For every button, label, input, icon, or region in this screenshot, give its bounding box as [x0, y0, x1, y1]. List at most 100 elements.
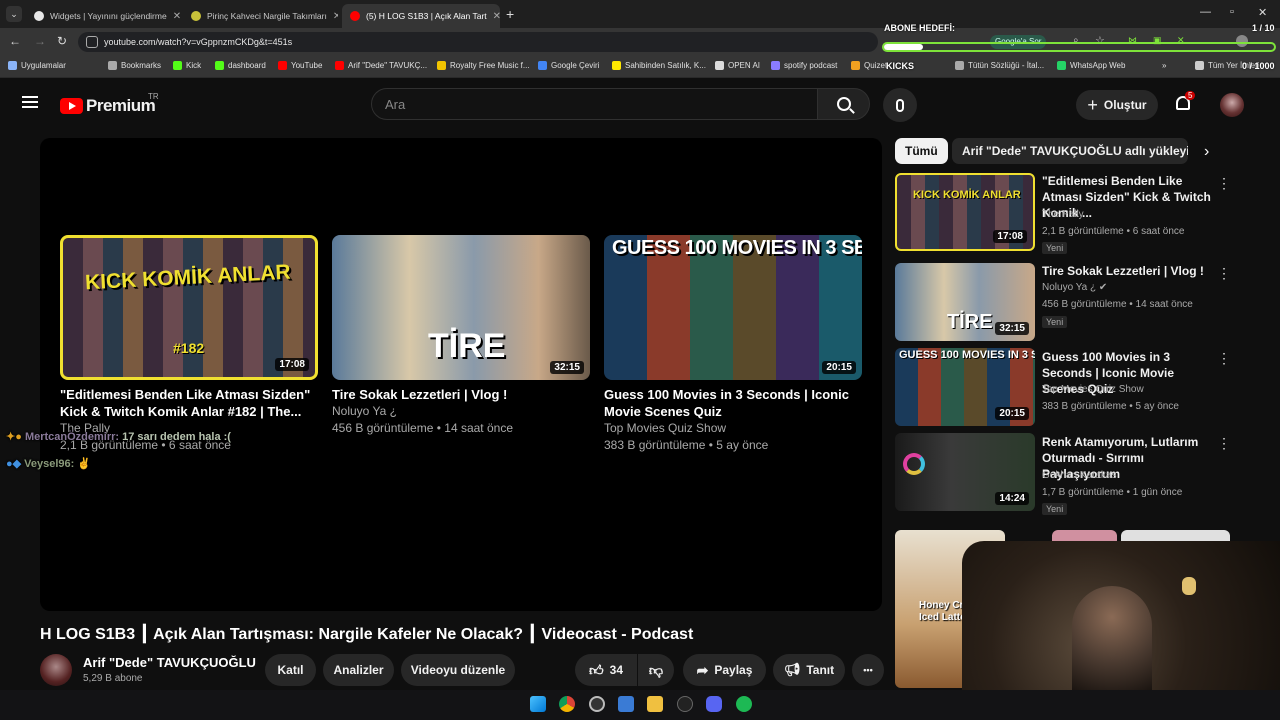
endscreen-card[interactable]: GUESS 100 MOVIES IN 3 SEC 20:15 Guess 10…	[604, 235, 862, 454]
chat-user: Veysel96:	[24, 458, 75, 470]
edit-video-button[interactable]: Videoyu düzenle	[401, 654, 515, 686]
promote-label: Tanıt	[806, 663, 835, 677]
close-icon[interactable]: ✕	[167, 11, 181, 22]
endscreen-card[interactable]: KICK KOMİK ANLAR #182 17:08 "Editlemesi …	[60, 235, 318, 454]
channel-name[interactable]: Arif "Dede" TAVUKÇUOĞLU	[83, 655, 256, 670]
back-icon[interactable]: ←	[9, 34, 21, 48]
tab-nargile[interactable]: Pirinç Kahveci Nargile Takımları ✕	[183, 4, 338, 28]
bookmark-item[interactable]: Bookmarks	[108, 61, 161, 70]
voice-search-button[interactable]	[883, 88, 917, 122]
restore-icon[interactable]: ▫	[1230, 6, 1234, 18]
tab-widgets[interactable]: Widgets | Yayınını güçlendirme ✕	[26, 4, 181, 28]
endscreen-thumbnail[interactable]: KICK KOMİK ANLAR #182 17:08	[60, 235, 318, 380]
bookmark-item[interactable]: OPEN AI	[715, 61, 760, 70]
sidebar-video-item[interactable]: KICK KOMİK ANLAR 17:08 "Editlemesi Benden…	[895, 173, 1235, 255]
chips-next-icon[interactable]: ›	[1204, 143, 1209, 161]
discord-icon[interactable]	[706, 696, 722, 712]
apps-icon	[8, 61, 17, 70]
join-button[interactable]: Katıl	[265, 654, 316, 686]
close-icon[interactable]: ✕	[327, 11, 338, 22]
new-badge: Yeni	[1042, 242, 1068, 254]
bookmark-item[interactable]: Tütün Sözlüğü - İtal...	[955, 61, 1044, 70]
dislike-button[interactable]: 👎︎	[638, 654, 674, 686]
bookmark-item[interactable]: Arif "Dede" TAVUKÇ...	[335, 61, 427, 70]
endscreen-thumbnail[interactable]: TİRE 32:15	[332, 235, 590, 380]
account-avatar[interactable]	[1220, 93, 1244, 117]
more-options-icon[interactable]: ⋮	[1217, 175, 1231, 192]
endscreen-channel[interactable]: Top Movies Quiz Show	[604, 420, 862, 437]
sidebar-video-item[interactable]: GUESS 100 MOVIES IN 3 SEC20:15 Guess 100…	[895, 348, 1235, 430]
bookmark-item[interactable]: Sahibinden Satılık, K...	[612, 61, 706, 70]
sidebar-video-item[interactable]: TİRE 32:15 Tire Sokak Lezzetleri | Vlog !…	[895, 263, 1235, 345]
promote-button[interactable]: 📢︎ Tanıt	[773, 654, 845, 686]
endscreen-title[interactable]: "Editlemesi Benden Like Atması Sizden" K…	[60, 386, 318, 420]
window-close-icon[interactable]: ✕	[1258, 6, 1267, 19]
create-button[interactable]: + Oluştur	[1076, 90, 1158, 120]
bookmark-item[interactable]: Kick	[173, 61, 201, 70]
youtube-icon	[335, 61, 344, 70]
chip-all[interactable]: Tümü	[895, 138, 948, 164]
youtube-logo[interactable]: Premium	[60, 96, 156, 116]
chrome-icon[interactable]	[559, 696, 575, 712]
sidebar-channel[interactable]: Top Movies Quiz Show	[1042, 384, 1144, 395]
share-button[interactable]: ➦ Paylaş	[683, 654, 766, 686]
windows-start-icon[interactable]	[530, 696, 546, 712]
sidebar-thumbnail[interactable]: GUESS 100 MOVIES IN 3 SEC 20:15	[895, 348, 1035, 426]
thumbnail-text: TİRE	[428, 327, 506, 365]
reload-icon[interactable]: ↻	[57, 34, 67, 48]
more-options-icon[interactable]: ⋮	[1217, 350, 1231, 367]
more-options-icon[interactable]: ⋮	[1217, 265, 1231, 282]
forward-icon[interactable]: →	[34, 34, 46, 48]
store-icon[interactable]	[618, 696, 634, 712]
endscreen-thumbnail[interactable]: GUESS 100 MOVIES IN 3 SEC 20:15	[604, 235, 862, 380]
translate-icon	[538, 61, 547, 70]
channel-avatar[interactable]	[40, 654, 72, 686]
tab-youtube[interactable]: (5) H LOG S1B3 | Açık Alan Tart ✕	[342, 4, 500, 28]
endscreen-title[interactable]: Guess 100 Movies in 3 Seconds | Iconic M…	[604, 386, 862, 420]
duration-badge: 32:15	[550, 361, 584, 374]
bookmark-item[interactable]: Quizet	[851, 61, 887, 70]
site-info-icon[interactable]	[86, 36, 98, 48]
sidebar-channel[interactable]: The Pally	[1042, 209, 1084, 220]
bookmark-item[interactable]: spotify podcast	[771, 61, 837, 70]
sidebar-thumbnail[interactable]: KICK KOMİK ANLAR 17:08	[895, 173, 1035, 251]
app-icon[interactable]	[677, 696, 693, 712]
bookmark-item[interactable]: YouTube	[278, 61, 322, 70]
bookmark-item[interactable]: Google Çeviri	[538, 61, 599, 70]
thumbnail-text: TİRE	[947, 311, 993, 333]
kick-icon	[215, 61, 224, 70]
analytics-button[interactable]: Analizler	[323, 654, 394, 686]
bookmarks-overflow-icon[interactable]: »	[1162, 61, 1166, 70]
endscreen-card[interactable]: TİRE 32:15 Tire Sokak Lezzetleri | Vlog …	[332, 235, 590, 437]
sidebar-thumbnail[interactable]: 14:24	[895, 433, 1035, 511]
sidebar-title[interactable]: Tire Sokak Lezzetleri | Vlog !	[1042, 263, 1212, 279]
color-wheel-icon	[903, 453, 925, 475]
minimize-icon[interactable]: —	[1200, 6, 1211, 18]
more-actions-button[interactable]: •••	[852, 654, 884, 686]
notifications-button[interactable]: 5	[1174, 91, 1196, 114]
obs-icon[interactable]	[589, 696, 605, 712]
folder-icon[interactable]	[647, 696, 663, 712]
new-tab-button[interactable]: +	[506, 6, 514, 22]
chip-uploader[interactable]: Arif "Dede" TAVUKÇUOĞLU adlı yükleyicide…	[952, 138, 1188, 164]
more-options-icon[interactable]: ⋮	[1217, 435, 1231, 452]
bookmark-item[interactable]: WhatsApp Web	[1057, 61, 1125, 70]
search-button[interactable]	[817, 88, 870, 120]
sidebar-video-item[interactable]: 14:24 Renk Atamıyorum, Lutlarım Oturmadı…	[895, 433, 1235, 515]
bookmark-item[interactable]: Uygulamalar	[8, 61, 66, 70]
menu-icon[interactable]	[22, 96, 38, 108]
endscreen-title[interactable]: Tire Sokak Lezzetleri | Vlog !	[332, 386, 590, 403]
sidebar-channel[interactable]: Gokhan Karakas	[1042, 470, 1117, 481]
search-input[interactable]: Ara	[371, 88, 818, 120]
sidebar-channel[interactable]: Noluyo Ya ¿ ✔	[1042, 282, 1107, 293]
search-icon	[836, 97, 855, 114]
like-button[interactable]: 👍︎ 34	[575, 654, 637, 686]
spotify-icon[interactable]	[736, 696, 752, 712]
sidebar-thumbnail[interactable]: TİRE 32:15	[895, 263, 1035, 341]
bookmark-item[interactable]: dashboard	[215, 61, 266, 70]
endscreen-channel[interactable]: Noluyo Ya ¿	[332, 403, 590, 420]
bookmark-item[interactable]: Royalty Free Music f...	[437, 61, 530, 70]
url-field[interactable]: youtube.com/watch?v=vGppnzmCKDg&t=451s	[78, 32, 878, 52]
tab-search-icon[interactable]: ⌄	[6, 6, 22, 22]
close-icon[interactable]: ✕	[487, 11, 500, 22]
